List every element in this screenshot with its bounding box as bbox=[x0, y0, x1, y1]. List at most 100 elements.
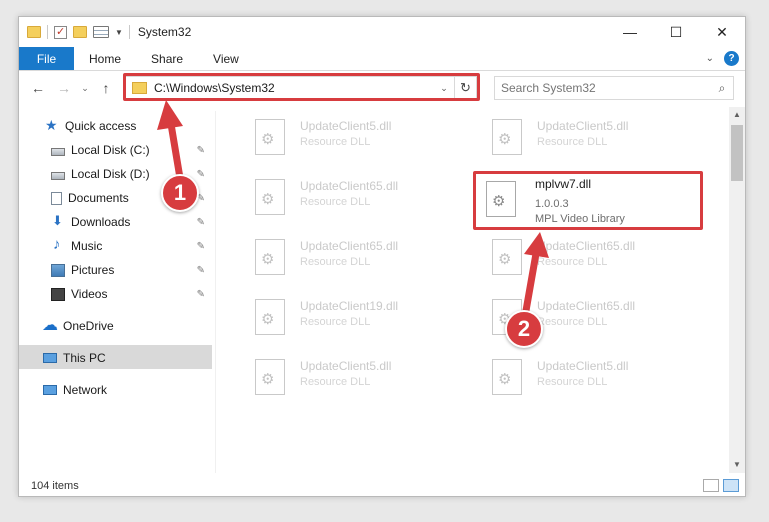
onedrive-cloud-icon bbox=[42, 315, 58, 335]
ribbon-tabs: File Home Share View ⌄ ? bbox=[19, 47, 745, 71]
sidebar-item-local-disk-c[interactable]: Local Disk (C:) ✎ bbox=[51, 139, 211, 161]
forward-button[interactable]: → bbox=[51, 80, 77, 96]
up-button[interactable]: ↑ bbox=[93, 80, 119, 96]
file-description: Resource DLL bbox=[300, 316, 371, 328]
dll-file-icon bbox=[255, 119, 285, 155]
dll-file-icon bbox=[492, 239, 522, 275]
file-name: UpdateClient5.dll bbox=[300, 359, 392, 373]
large-icons-view-icon[interactable] bbox=[723, 479, 739, 492]
pin-icon: ✎ bbox=[196, 288, 205, 300]
file-name: UpdateClient65.dll bbox=[537, 299, 636, 313]
file-name: UpdateClient65.dll bbox=[300, 239, 399, 253]
sidebar-item-label: Local Disk (D:) bbox=[71, 167, 150, 181]
sidebar-item-pictures[interactable]: Pictures ✎ bbox=[51, 259, 211, 281]
file-item[interactable]: UpdateClient5.dll Resource DLL bbox=[239, 353, 459, 405]
file-description: Resource DLL bbox=[537, 136, 608, 148]
divider bbox=[128, 25, 130, 39]
file-item[interactable]: UpdateClient65.dll Resource DLL bbox=[476, 233, 696, 285]
dll-file-icon bbox=[255, 359, 285, 395]
pin-icon: ✎ bbox=[196, 216, 205, 228]
pictures-icon bbox=[51, 263, 65, 277]
maximize-button[interactable]: ☐ bbox=[653, 17, 699, 47]
back-button[interactable]: ← bbox=[25, 80, 51, 96]
dll-file-icon bbox=[255, 179, 285, 215]
tab-share[interactable]: Share bbox=[136, 47, 198, 70]
file-item[interactable]: UpdateClient65.dll Resource DLL bbox=[239, 173, 459, 225]
file-name: UpdateClient5.dll bbox=[537, 119, 629, 133]
quick-access-toolbar: ▼ bbox=[19, 25, 130, 39]
help-icon[interactable]: ? bbox=[724, 51, 739, 66]
disk-icon bbox=[51, 171, 65, 180]
sidebar-item-label: Pictures bbox=[71, 263, 115, 277]
file-item[interactable]: UpdateClient19.dll Resource DLL bbox=[239, 293, 459, 345]
minimize-button[interactable]: — bbox=[607, 17, 653, 47]
scroll-up-arrow-icon[interactable]: ▲ bbox=[729, 107, 745, 123]
step-1-badge: 1 bbox=[161, 174, 199, 212]
file-list: UpdateClient5.dll Resource DLL UpdateCli… bbox=[224, 109, 729, 475]
new-folder-icon[interactable] bbox=[73, 26, 87, 38]
step-2-badge: 2 bbox=[505, 310, 543, 348]
file-name: UpdateClient5.dll bbox=[300, 119, 392, 133]
status-bar: 104 items bbox=[19, 475, 745, 497]
vertical-scrollbar[interactable]: ▲ ▼ bbox=[729, 107, 745, 473]
dll-file-highlight-box bbox=[473, 171, 703, 230]
address-bar-highlight-box bbox=[123, 73, 480, 101]
file-description: Resource DLL bbox=[300, 256, 371, 268]
sidebar-item-music[interactable]: Music ✎ bbox=[51, 235, 211, 257]
network-icon bbox=[43, 385, 57, 395]
file-item[interactable]: UpdateClient5.dll Resource DLL bbox=[476, 113, 696, 165]
file-description: Resource DLL bbox=[300, 376, 371, 388]
divider bbox=[47, 25, 48, 39]
file-item[interactable]: UpdateClient5.dll Resource DLL bbox=[476, 353, 696, 405]
search-input[interactable] bbox=[495, 81, 711, 95]
sidebar-item-onedrive[interactable]: OneDrive bbox=[42, 315, 114, 337]
sidebar-item-network[interactable]: Network bbox=[43, 379, 107, 401]
sidebar-item-label: Documents bbox=[68, 191, 129, 205]
folder-icon bbox=[27, 26, 41, 38]
sidebar-item-quick-access[interactable]: Quick access bbox=[45, 115, 136, 137]
file-item[interactable]: UpdateClient5.dll Resource DLL bbox=[239, 113, 459, 165]
file-name: UpdateClient5.dll bbox=[537, 359, 629, 373]
properties-check-icon[interactable] bbox=[54, 25, 67, 39]
pin-icon: ✎ bbox=[196, 240, 205, 252]
dll-file-icon bbox=[255, 299, 285, 335]
file-description: Resource DLL bbox=[300, 196, 371, 208]
music-icon bbox=[51, 236, 65, 253]
customize-toolbar-chevron-icon[interactable]: ▼ bbox=[115, 28, 123, 37]
pane-divider bbox=[215, 111, 216, 473]
file-description: Resource DLL bbox=[300, 136, 371, 148]
details-view-icon[interactable] bbox=[703, 479, 719, 492]
scroll-thumb[interactable] bbox=[731, 125, 743, 181]
file-name: UpdateClient19.dll bbox=[300, 299, 399, 313]
search-icon[interactable]: ⌕ bbox=[711, 81, 733, 96]
close-button[interactable]: ✕ bbox=[699, 17, 745, 47]
properties-icon[interactable] bbox=[93, 26, 109, 38]
dll-file-icon bbox=[492, 359, 522, 395]
tab-view[interactable]: View bbox=[198, 47, 254, 70]
tab-home[interactable]: Home bbox=[74, 47, 136, 70]
pin-icon: ✎ bbox=[196, 168, 205, 180]
window-controls: — ☐ ✕ bbox=[607, 17, 745, 47]
scroll-down-arrow-icon[interactable]: ▼ bbox=[729, 457, 745, 473]
disk-icon bbox=[51, 147, 65, 156]
tab-file[interactable]: File bbox=[19, 47, 74, 70]
search-box[interactable]: ⌕ bbox=[494, 76, 734, 100]
expand-ribbon-chevron-icon[interactable]: ⌄ bbox=[706, 53, 714, 64]
sidebar-item-videos[interactable]: Videos ✎ bbox=[51, 283, 211, 305]
sidebar-item-downloads[interactable]: Downloads ✎ bbox=[51, 211, 211, 233]
recent-locations-chevron-icon[interactable]: ⌄ bbox=[77, 83, 93, 94]
download-icon bbox=[51, 213, 65, 229]
sidebar-item-label: Videos bbox=[71, 287, 108, 301]
sidebar-item-this-pc[interactable]: This PC bbox=[43, 347, 106, 369]
sidebar-item-label: Quick access bbox=[65, 119, 137, 133]
dll-file-icon bbox=[255, 239, 285, 275]
file-description: Resource DLL bbox=[537, 376, 608, 388]
documents-icon bbox=[51, 191, 62, 205]
pin-icon: ✎ bbox=[196, 264, 205, 276]
sidebar-item-label: Music bbox=[71, 239, 103, 253]
file-description: Resource DLL bbox=[537, 316, 608, 328]
sidebar-item-label: OneDrive bbox=[63, 319, 114, 333]
file-item[interactable]: UpdateClient65.dll Resource DLL bbox=[239, 233, 459, 285]
window-title: System32 bbox=[137, 25, 192, 39]
pin-icon: ✎ bbox=[196, 144, 205, 156]
